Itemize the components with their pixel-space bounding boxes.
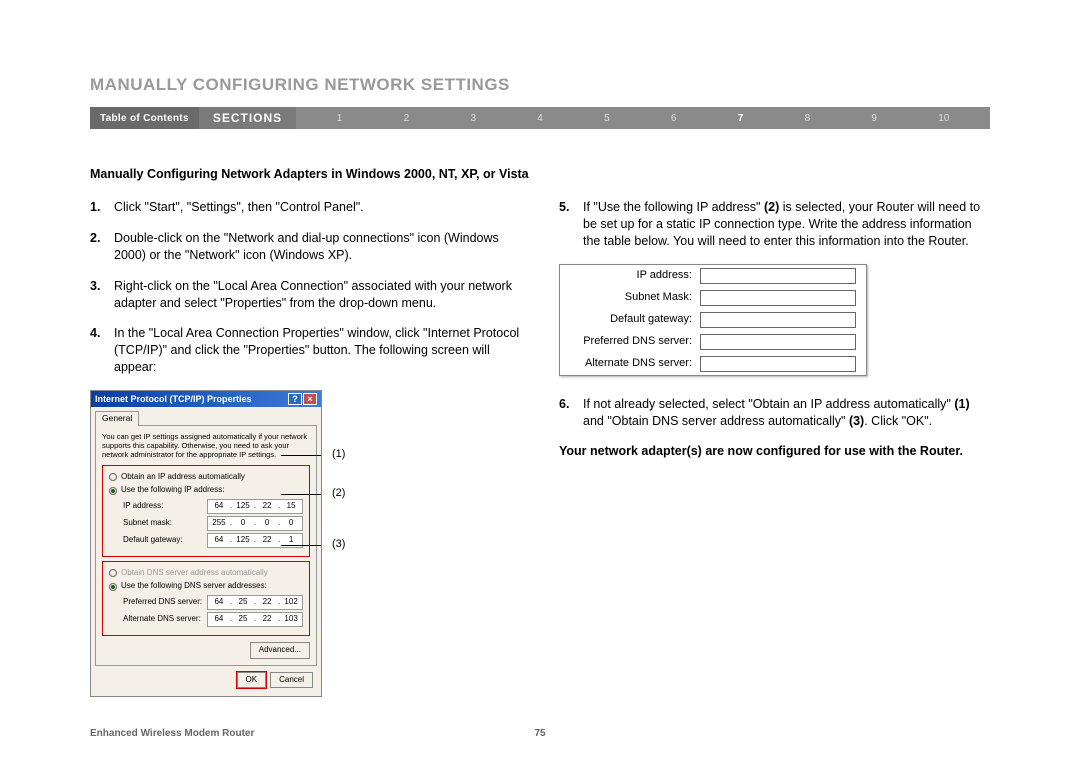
subheading: Manually Configuring Network Adapters in… (90, 167, 990, 181)
ip-address-label: IP address: (123, 501, 163, 512)
step-text: In the "Local Area Connection Properties… (114, 325, 521, 376)
ip-address-input[interactable]: 64.125.22.15 (207, 499, 303, 514)
step-text: If not already selected, select "Obtain … (583, 396, 990, 430)
step-num: 2. (90, 230, 114, 264)
radio-auto-dns[interactable]: Obtain DNS server address automatically (109, 568, 303, 579)
tab-general[interactable]: General (95, 411, 139, 425)
nav-num-2[interactable]: 2 (404, 113, 410, 124)
step-num: 3. (90, 278, 114, 312)
nav-num-7[interactable]: 7 (738, 113, 744, 124)
nav-num-9[interactable]: 9 (871, 113, 877, 124)
nav-num-1[interactable]: 1 (337, 113, 343, 124)
page-title: MANUALLY CONFIGURING NETWORK SETTINGS (90, 75, 990, 95)
nav-bar: Table of Contents SECTIONS 1 2 3 4 5 6 7… (90, 107, 990, 129)
ipform-gateway-input[interactable] (700, 312, 856, 328)
close-icon[interactable]: × (303, 393, 317, 405)
step-text: Right-click on the "Local Area Connectio… (114, 278, 521, 312)
radio-use-dns[interactable]: Use the following DNS server addresses: (109, 581, 303, 592)
step-text: Click "Start", "Settings", then "Control… (114, 199, 521, 216)
subnet-input[interactable]: 255.0.0.0 (207, 516, 303, 531)
ipform-ip-input[interactable] (700, 268, 856, 284)
step-num: 1. (90, 199, 114, 216)
nav-num-6[interactable]: 6 (671, 113, 677, 124)
left-column: 1.Click "Start", "Settings", then "Contr… (90, 199, 521, 697)
step-text: Double-click on the "Network and dial-up… (114, 230, 521, 264)
tcpip-dialog: Internet Protocol (TCP/IP) Properties ? … (90, 390, 322, 697)
cancel-button[interactable]: Cancel (270, 672, 313, 689)
step-num: 5. (559, 199, 583, 250)
nav-sections-label: SECTIONS (199, 107, 296, 129)
ipform-subnet-input[interactable] (700, 290, 856, 306)
footer-product: Enhanced Wireless Modem Router (90, 728, 534, 739)
callout-3: (3) (332, 538, 345, 551)
footer: Enhanced Wireless Modem Router 75 (90, 728, 990, 739)
callout-1: (1) (332, 448, 345, 461)
help-icon[interactable]: ? (288, 393, 302, 405)
step-num: 4. (90, 325, 114, 376)
dns-group: Obtain DNS server address automatically … (102, 561, 310, 636)
ipform-ip-label: IP address: (570, 268, 700, 283)
footer-page: 75 (534, 728, 545, 739)
ok-button[interactable]: OK (237, 672, 267, 689)
advanced-button[interactable]: Advanced... (250, 642, 310, 659)
nav-num-8[interactable]: 8 (805, 113, 811, 124)
nav-num-4[interactable]: 4 (537, 113, 543, 124)
ipform-gateway-label: Default gateway: (570, 312, 700, 327)
right-column: 5.If "Use the following IP address" (2) … (559, 199, 990, 697)
dialog-titlebar: Internet Protocol (TCP/IP) Properties ? … (91, 391, 321, 407)
gateway-label: Default gateway: (123, 535, 183, 546)
ip-info-table: IP address: Subnet Mask: Default gateway… (559, 264, 867, 376)
alt-dns-input[interactable]: 64.25.22.103 (207, 612, 303, 627)
step-text: If "Use the following IP address" (2) is… (583, 199, 990, 250)
final-note: Your network adapter(s) are now configur… (559, 443, 990, 460)
ip-group: Obtain an IP address automatically Use t… (102, 465, 310, 557)
radio-use-ip[interactable]: Use the following IP address: (109, 485, 303, 496)
dialog-intro: You can get IP settings assigned automat… (102, 432, 310, 459)
ipform-pref-label: Preferred DNS server: (570, 334, 700, 349)
ipform-alt-input[interactable] (700, 356, 856, 372)
pref-dns-label: Preferred DNS server: (123, 597, 202, 608)
ipform-pref-input[interactable] (700, 334, 856, 350)
subnet-label: Subnet mask: (123, 518, 172, 529)
alt-dns-label: Alternate DNS server: (123, 614, 201, 625)
callouts: (1) (2) (3) (332, 390, 345, 578)
ipform-subnet-label: Subnet Mask: (570, 290, 700, 305)
nav-numbers: 1 2 3 4 5 6 7 8 9 10 (296, 113, 990, 124)
callout-2: (2) (332, 487, 345, 500)
step-num: 6. (559, 396, 583, 430)
dialog-title-text: Internet Protocol (TCP/IP) Properties (95, 393, 252, 405)
nav-num-5[interactable]: 5 (604, 113, 610, 124)
pref-dns-input[interactable]: 64.25.22.102 (207, 595, 303, 610)
nav-num-3[interactable]: 3 (470, 113, 476, 124)
nav-toc-link[interactable]: Table of Contents (90, 107, 199, 129)
ipform-alt-label: Alternate DNS server: (570, 356, 700, 371)
radio-auto-ip[interactable]: Obtain an IP address automatically (109, 472, 303, 483)
nav-num-10[interactable]: 10 (938, 113, 949, 124)
